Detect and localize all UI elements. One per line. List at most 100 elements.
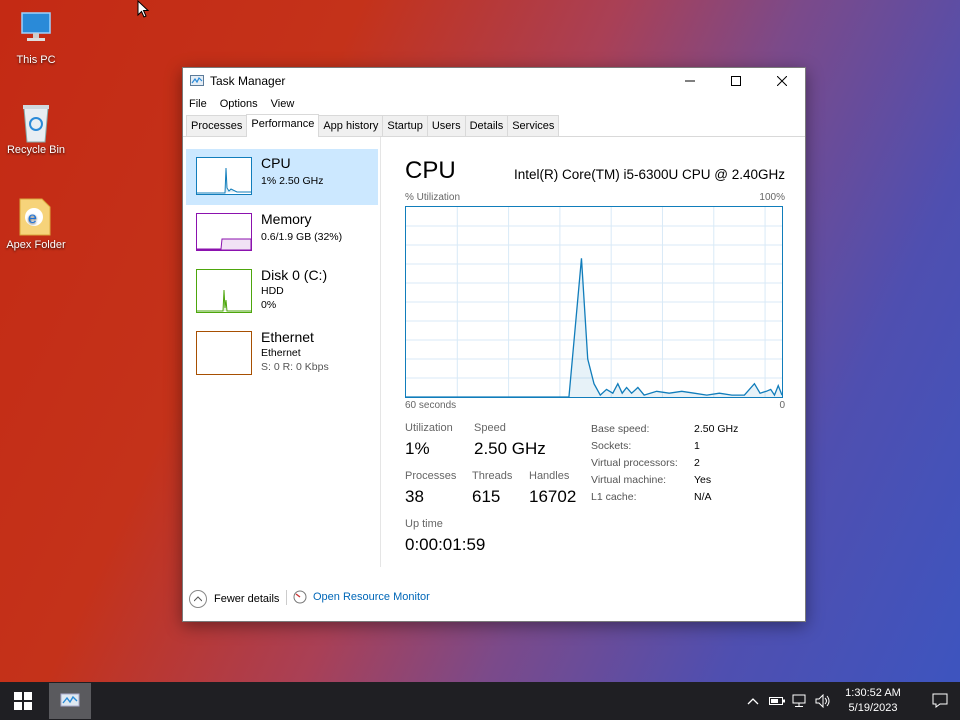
- sidebar-item-subtitle: 0.6/1.9 GB (32%): [261, 231, 343, 243]
- detail-value: 2.50 GHz: [694, 423, 739, 435]
- desktop-icon-this-pc[interactable]: This PC: [0, 10, 76, 66]
- detail-label: Virtual machine:: [591, 474, 667, 486]
- sidebar-item-memory[interactable]: Memory 0.6/1.9 GB (32%): [186, 205, 378, 261]
- desktop-icon-label: Apex Folder: [6, 239, 66, 251]
- resource-sidebar: CPU 1% 2.50 GHz Memory 0.6/1.9 GB (32%) …: [186, 149, 378, 379]
- folder-icon: e: [16, 195, 56, 236]
- time-axis-label: 60 seconds: [405, 400, 457, 411]
- cpu-model-name: Intel(R) Core(TM) i5-6300U CPU @ 2.40GHz: [513, 167, 785, 182]
- svg-text:e: e: [28, 210, 37, 227]
- max-axis-label: 100%: [759, 192, 785, 203]
- sidebar-item-title: Memory: [261, 211, 312, 227]
- network-icon[interactable]: [792, 682, 808, 720]
- performance-panel: CPU 1% 2.50 GHz Memory 0.6/1.9 GB (32%) …: [183, 137, 805, 577]
- sidebar-item-subtitle: 1% 2.50 GHz: [261, 175, 324, 187]
- minimize-button[interactable]: [667, 68, 713, 94]
- processes-label: Processes: [405, 470, 457, 482]
- utilization-value: 1%: [405, 439, 430, 458]
- maximize-icon: [731, 76, 741, 86]
- detail-label: Virtual processors:: [591, 457, 678, 469]
- close-button[interactable]: [759, 68, 805, 94]
- start-button[interactable]: [0, 682, 46, 720]
- open-resource-monitor-link[interactable]: Open Resource Monitor: [293, 590, 430, 604]
- zero-axis-label: 0: [779, 400, 785, 411]
- sidebar-item-title: Disk 0 (C:): [261, 267, 328, 283]
- mouse-cursor-icon: [137, 0, 150, 23]
- cpu-utilization-graph: [405, 206, 783, 398]
- sidebar-item-cpu[interactable]: CPU 1% 2.50 GHz: [186, 149, 378, 205]
- menu-file[interactable]: File: [189, 98, 207, 110]
- sidebar-item-detail: S: 0 R: 0 Kbps: [261, 361, 329, 373]
- speed-label: Speed: [474, 422, 506, 434]
- clock-time: 1:30:52 AM: [845, 687, 901, 699]
- detail-label: Sockets:: [591, 440, 632, 452]
- tab-strip: Processes Performance App history Startu…: [183, 114, 805, 137]
- panel-divider: [380, 137, 381, 567]
- system-clock[interactable]: 1:30:52 AM 5/19/2023: [838, 686, 908, 716]
- taskbar-task-manager-button[interactable]: [49, 683, 91, 719]
- detail-value: 2: [694, 457, 700, 469]
- handles-value: 16702: [529, 487, 577, 506]
- minimize-icon: [685, 80, 695, 82]
- tab-services[interactable]: Services: [507, 115, 560, 136]
- detail-value: Yes: [694, 474, 712, 486]
- clock-date: 5/19/2023: [848, 702, 898, 714]
- window-title: Task Manager: [210, 74, 286, 88]
- page-title: CPU: [405, 157, 456, 184]
- tab-app-history[interactable]: App history: [318, 115, 384, 136]
- uptime-label: Up time: [405, 518, 443, 530]
- tab-processes[interactable]: Processes: [186, 115, 248, 136]
- tab-details[interactable]: Details: [464, 115, 509, 136]
- ethernet-thumbnail-graph: [196, 331, 252, 375]
- sidebar-item-ethernet[interactable]: Ethernet Ethernet S: 0 R: 0 Kbps: [186, 323, 378, 379]
- menu-view[interactable]: View: [271, 98, 295, 110]
- fewer-details-button[interactable]: Fewer details: [189, 590, 279, 608]
- desktop-icon-label: Recycle Bin: [6, 144, 66, 156]
- memory-thumbnail-graph: [196, 213, 252, 251]
- volume-icon[interactable]: [815, 682, 831, 720]
- sidebar-item-subtitle: HDD: [261, 285, 284, 297]
- recycle-bin-icon: [16, 100, 56, 143]
- sidebar-item-detail: 0%: [261, 299, 277, 311]
- sidebar-item-subtitle: Ethernet: [261, 347, 301, 359]
- sidebar-item-title: Ethernet: [261, 329, 314, 345]
- title-bar[interactable]: Task Manager: [183, 68, 805, 94]
- desktop-icon-apex-folder[interactable]: e Apex Folder: [0, 195, 76, 251]
- speed-value: 2.50 GHz: [474, 439, 546, 458]
- sidebar-item-title: CPU: [261, 155, 291, 171]
- footer-bar: Fewer details Open Resource Monitor: [183, 577, 805, 621]
- task-manager-icon: [190, 75, 204, 86]
- chevron-up-icon: [189, 590, 207, 608]
- maximize-button[interactable]: [713, 68, 759, 94]
- battery-icon[interactable]: [769, 682, 785, 720]
- processes-value: 38: [405, 487, 424, 506]
- tab-performance[interactable]: Performance: [246, 114, 320, 137]
- tab-users[interactable]: Users: [426, 115, 466, 136]
- task-manager-icon: [60, 693, 80, 707]
- menu-options[interactable]: Options: [220, 98, 258, 110]
- uptime-value: 0:00:01:59: [405, 535, 486, 554]
- notification-center-icon[interactable]: [932, 692, 948, 713]
- detail-label: Base speed:: [591, 423, 650, 435]
- desktop-icon-label: This PC: [16, 54, 56, 66]
- desktop-icon-recycle-bin[interactable]: Recycle Bin: [0, 100, 76, 156]
- tray-chevron-icon[interactable]: [747, 682, 759, 720]
- tab-startup[interactable]: Startup: [382, 115, 428, 136]
- utilization-label: Utilization: [405, 422, 453, 434]
- fewer-details-label: Fewer details: [214, 593, 280, 605]
- handles-label: Handles: [529, 470, 570, 482]
- windows-logo-icon: [14, 692, 32, 710]
- menu-bar: File Options View: [183, 94, 805, 114]
- resource-monitor-icon: [293, 590, 307, 604]
- taskbar: 1:30:52 AM 5/19/2023: [0, 682, 960, 720]
- threads-value: 615: [472, 487, 501, 506]
- detail-value: 1: [694, 440, 700, 452]
- disk-thumbnail-graph: [196, 269, 252, 313]
- detail-value: N/A: [694, 491, 712, 503]
- cpu-usage-area: [406, 258, 782, 397]
- footer-separator: [286, 590, 287, 605]
- sidebar-item-disk[interactable]: Disk 0 (C:) HDD 0%: [186, 261, 378, 317]
- cpu-usage-line: [406, 258, 782, 397]
- computer-icon: [16, 10, 56, 50]
- utilization-axis-label: % Utilization: [405, 192, 461, 203]
